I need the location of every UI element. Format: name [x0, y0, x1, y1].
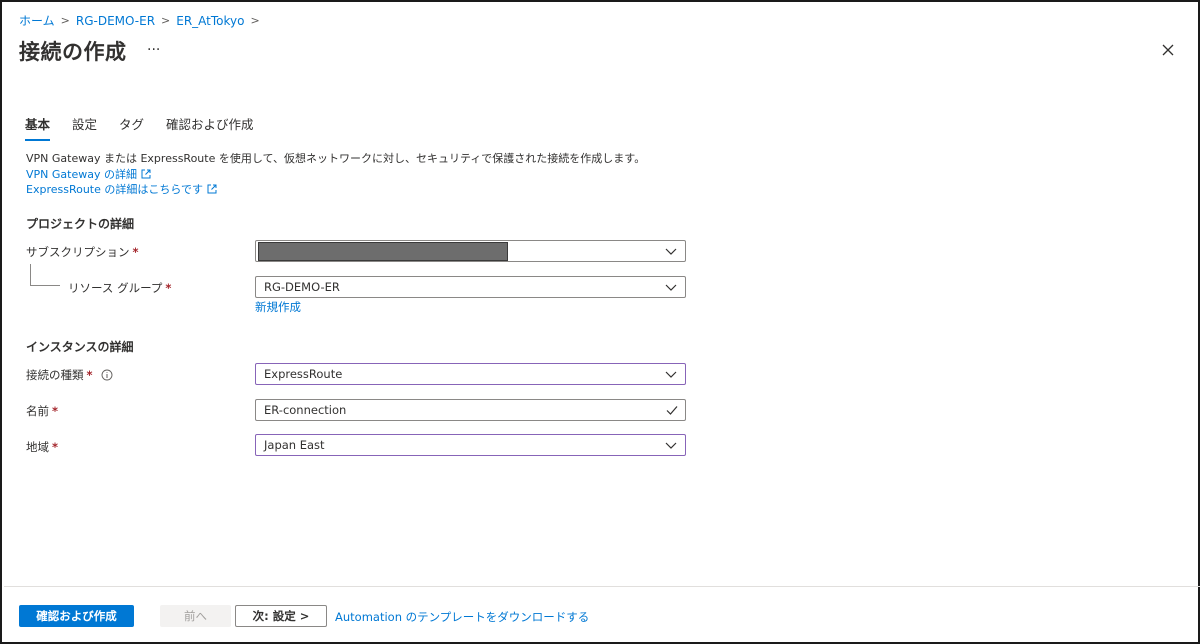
project-details-heading: プロジェクトの詳細: [26, 217, 135, 231]
expressroute-details-link[interactable]: ExpressRoute の詳細はこちらです: [26, 181, 217, 197]
required-marker: *: [52, 404, 59, 418]
vpn-gateway-details-label: VPN Gateway の詳細: [26, 168, 137, 181]
subscription-dropdown[interactable]: [255, 240, 686, 262]
tab-tags[interactable]: タグ: [119, 114, 144, 141]
tree-connector: [30, 264, 60, 286]
name-label: 名前 *: [26, 403, 58, 419]
chevron-down-icon: [665, 442, 677, 449]
region-label: 地域 *: [26, 439, 58, 455]
checkmark-icon: [666, 406, 678, 415]
subscription-label: サブスクリプション *: [26, 244, 139, 260]
breadcrumb: ホーム > RG-DEMO-ER > ER_AtTokyo >: [19, 12, 260, 29]
next-settings-button[interactable]: 次: 設定 >: [235, 605, 327, 627]
name-input[interactable]: ER-connection: [255, 399, 686, 421]
tab-settings[interactable]: 設定: [72, 114, 97, 141]
region-dropdown[interactable]: Japan East: [255, 434, 686, 456]
connection-type-dropdown[interactable]: ExpressRoute: [255, 363, 686, 385]
name-label-text: 名前: [26, 404, 49, 418]
required-marker: *: [132, 245, 139, 259]
required-marker: *: [165, 281, 172, 295]
external-link-icon: [141, 169, 151, 179]
resource-group-label-text: リソース グループ: [68, 281, 163, 295]
tab-bar: 基本 設定 タグ 確認および作成: [25, 114, 276, 141]
vpn-gateway-details-link[interactable]: VPN Gateway の詳細: [26, 166, 151, 182]
required-marker: *: [86, 368, 93, 382]
footer-divider: [4, 586, 1200, 587]
breadcrumb-gateway[interactable]: ER_AtTokyo: [176, 14, 244, 28]
resource-group-value: RG-DEMO-ER: [264, 280, 340, 294]
subscription-label-text: サブスクリプション: [26, 245, 130, 259]
page-title: 接続の作成: [19, 40, 127, 64]
previous-button[interactable]: 前へ: [160, 605, 231, 627]
external-link-icon: [207, 184, 217, 194]
expressroute-details-label: ExpressRoute の詳細はこちらです: [26, 183, 204, 196]
connection-type-value: ExpressRoute: [264, 367, 343, 381]
resource-group-label: リソース グループ *: [68, 280, 171, 296]
chevron-down-icon: [665, 248, 677, 255]
breadcrumb-resource-group[interactable]: RG-DEMO-ER: [76, 14, 155, 28]
chevron-right-icon: >: [250, 14, 260, 27]
connection-type-label-text: 接続の種類: [26, 368, 84, 382]
name-value: ER-connection: [264, 403, 347, 417]
region-label-text: 地域: [26, 440, 49, 454]
instance-details-heading: インスタンスの詳細: [26, 340, 134, 354]
description-text: VPN Gateway または ExpressRoute を使用して、仮想ネット…: [26, 152, 646, 165]
resource-group-dropdown[interactable]: RG-DEMO-ER: [255, 276, 686, 298]
chevron-down-icon: [665, 284, 677, 291]
tab-review-create[interactable]: 確認および作成: [166, 114, 254, 141]
chevron-right-icon: >: [60, 14, 70, 27]
redacted-subscription: [258, 242, 508, 261]
chevron-right-icon: >: [161, 14, 171, 27]
required-marker: *: [52, 440, 59, 454]
blade-window: ホーム > RG-DEMO-ER > ER_AtTokyo > 接続の作成 ··…: [0, 0, 1200, 644]
breadcrumb-home[interactable]: ホーム: [19, 12, 55, 29]
chevron-down-icon: [665, 371, 677, 378]
connection-type-label: 接続の種類 *: [26, 367, 113, 383]
download-automation-template-link[interactable]: Automation のテンプレートをダウンロードする: [335, 609, 589, 625]
create-new-resource-group-link[interactable]: 新規作成: [255, 299, 301, 315]
close-icon[interactable]: [1159, 41, 1177, 59]
region-value: Japan East: [264, 438, 325, 452]
tab-basics[interactable]: 基本: [25, 114, 51, 141]
info-icon[interactable]: [101, 369, 113, 381]
review-create-button[interactable]: 確認および作成: [19, 605, 134, 627]
more-options-button[interactable]: ···: [147, 42, 160, 58]
